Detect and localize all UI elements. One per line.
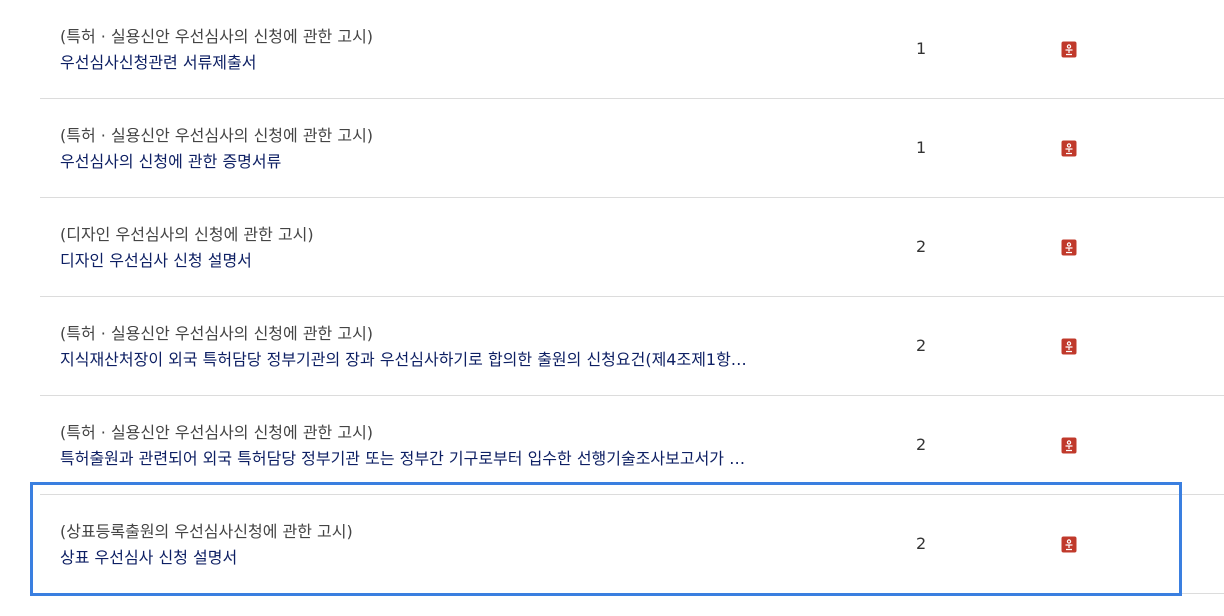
title-cell: (디자인 우선심사의 신청에 관한 고시) 디자인 우선심사 신청 설명서 [60,224,880,272]
hwp-file-icon[interactable] [1061,338,1077,355]
title-cell: (특허 · 실용신안 우선심사의 신청에 관한 고시) 우선심사의 신청에 관한… [60,125,880,173]
list-item: (특허 · 실용신안 우선심사의 신청에 관한 고시) 특허출원과 관련되어 외… [40,396,1224,495]
item-title-link[interactable]: 지식재산처장이 외국 특허담당 정부기관의 장과 우선심사하기로 합의한 출원의… [60,349,880,371]
hwp-file-icon[interactable] [1061,437,1077,454]
title-cell: (특허 · 실용신안 우선심사의 신청에 관한 고시) 우선심사신청관련 서류제… [60,26,880,74]
list-item: (특허 · 실용신안 우선심사의 신청에 관한 고시) 우선심사의 신청에 관한… [40,99,1224,198]
hwp-file-icon[interactable] [1061,41,1077,58]
item-subtitle: (디자인 우선심사의 신청에 관한 고시) [60,225,314,244]
item-count: 2 [916,435,927,454]
hwp-file-icon[interactable] [1061,239,1077,256]
title-cell: (특허 · 실용신안 우선심사의 신청에 관한 고시) 특허출원과 관련되어 외… [60,422,880,470]
item-count: 2 [916,534,927,553]
item-count: 1 [916,138,927,157]
hwp-file-icon[interactable] [1061,536,1077,553]
item-subtitle: (상표등록출원의 우선심사신청에 관한 고시) [60,522,353,541]
list-item: (디자인 우선심사의 신청에 관한 고시) 디자인 우선심사 신청 설명서 2 [40,198,1224,297]
hwp-file-icon[interactable] [1061,140,1077,157]
item-subtitle: (특허 · 실용신안 우선심사의 신청에 관한 고시) [60,27,374,46]
item-subtitle: (특허 · 실용신안 우선심사의 신청에 관한 고시) [60,126,374,145]
item-title-link[interactable]: 특허출원과 관련되어 외국 특허담당 정부기관 또는 정부간 기구로부터 입수한… [60,448,880,470]
item-count: 1 [916,39,927,58]
item-count: 2 [916,336,927,355]
attachment-list: (특허 · 실용신안 우선심사의 신청에 관한 고시) 우선심사신청관련 서류제… [0,0,1224,616]
item-title-link[interactable]: 상표 우선심사 신청 설명서 [60,547,880,569]
title-cell: (특허 · 실용신안 우선심사의 신청에 관한 고시) 지식재산처장이 외국 특… [60,323,880,371]
item-count: 2 [916,237,927,256]
item-title-link[interactable]: 우선심사신청관련 서류제출서 [60,52,880,74]
list-item: (특허 · 실용신안 우선심사의 신청에 관한 고시) 지식재산처장이 외국 특… [40,297,1224,396]
list-item: (특허 · 실용신안 우선심사의 신청에 관한 고시) 우선심사신청관련 서류제… [40,0,1224,99]
item-subtitle: (특허 · 실용신안 우선심사의 신청에 관한 고시) [60,423,374,442]
title-cell: (상표등록출원의 우선심사신청에 관한 고시) 상표 우선심사 신청 설명서 [60,521,880,569]
item-subtitle: (특허 · 실용신안 우선심사의 신청에 관한 고시) [60,324,374,343]
item-title-link[interactable]: 우선심사의 신청에 관한 증명서류 [60,151,880,173]
item-title-link[interactable]: 디자인 우선심사 신청 설명서 [60,250,880,272]
list-item: (상표등록출원의 우선심사신청에 관한 고시) 상표 우선심사 신청 설명서 2 [40,495,1224,594]
